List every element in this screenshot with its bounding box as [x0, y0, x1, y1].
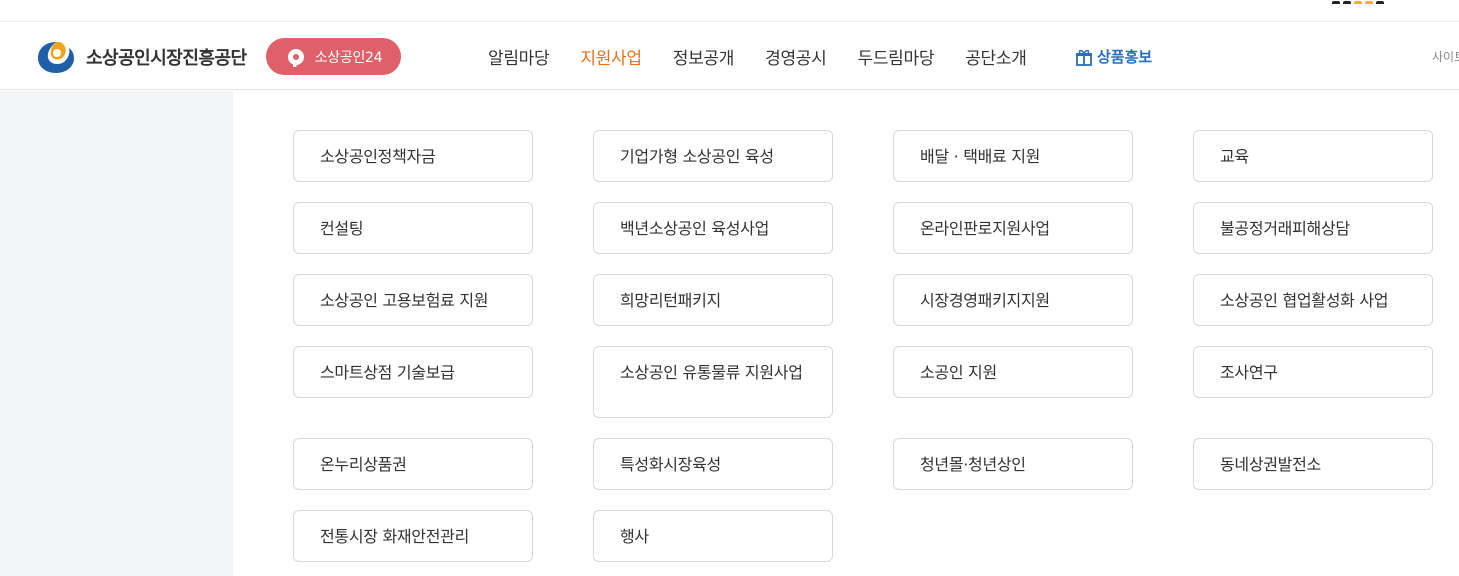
- nav-item-about[interactable]: 공단소개: [965, 44, 1027, 69]
- nav-item-management[interactable]: 경영공시: [765, 44, 827, 69]
- program-card[interactable]: 불공정거래피해상담: [1193, 202, 1433, 254]
- top-banner-fragment: [1329, 0, 1459, 4]
- program-card[interactable]: 동네상권발전소: [1193, 438, 1433, 490]
- nav-item-notice[interactable]: 알림마당: [488, 44, 550, 69]
- nav-item-promo[interactable]: 상품홍보: [1075, 46, 1152, 67]
- gift-icon: [1076, 49, 1092, 66]
- nav-item-dodream[interactable]: 두드림마당: [858, 44, 935, 69]
- program-grid: 소상공인정책자금 기업가형 소상공인 육성 배달 · 택배료 지원 교육 컨설팅…: [293, 130, 1459, 576]
- program-card[interactable]: 특성화시장육성: [593, 438, 833, 490]
- program-card[interactable]: 희망리턴패키지: [593, 274, 833, 326]
- org-name: 소상공인시장진흥공단: [86, 48, 247, 69]
- promo-label: 상품홍보: [1097, 48, 1153, 66]
- site-header: 소상공인시장진흥공단 소상공인24 알림마당 지원사업 정보공개 경영공시 두드…: [0, 22, 1459, 90]
- site-logo[interactable]: 소상공인시장진흥공단: [36, 40, 247, 74]
- left-side-panel: [0, 91, 233, 576]
- program-card[interactable]: 전통시장 화재안전관리: [293, 510, 533, 562]
- program-card[interactable]: 스마트상점 기술보급: [293, 346, 533, 398]
- sg24-logo-icon: [287, 48, 304, 67]
- program-card[interactable]: 소공인 지원: [893, 346, 1133, 398]
- program-card[interactable]: 시장경영패키지지원: [893, 274, 1133, 326]
- program-card[interactable]: 배달 · 택배료 지원: [893, 130, 1133, 182]
- main-nav: 알림마당 지원사업 정보공개 경영공시 두드림마당 공단소개: [488, 44, 1058, 69]
- program-card[interactable]: 소상공인 유통물류 지원사업: [593, 346, 833, 418]
- program-card[interactable]: 조사연구: [1193, 346, 1433, 398]
- program-card[interactable]: 행사: [593, 510, 833, 562]
- program-card[interactable]: 기업가형 소상공인 육성: [593, 130, 833, 182]
- sitemap-link[interactable]: 사이트: [1432, 48, 1459, 65]
- sg24-label: 소상공인24: [314, 49, 383, 66]
- program-card[interactable]: 교육: [1193, 130, 1433, 182]
- sg24-button[interactable]: 소상공인24: [266, 38, 401, 75]
- logo-emblem-icon: [38, 42, 74, 73]
- nav-item-support[interactable]: 지원사업: [580, 44, 642, 69]
- program-card[interactable]: 소상공인 고용보험료 지원: [293, 274, 533, 326]
- program-card[interactable]: 소상공인 협업활성화 사업: [1193, 274, 1433, 326]
- program-card[interactable]: 컨설팅: [293, 202, 533, 254]
- program-card[interactable]: 온누리상품권: [293, 438, 533, 490]
- program-card[interactable]: 청년몰·청년상인: [893, 438, 1133, 490]
- program-card[interactable]: 백년소상공인 육성사업: [593, 202, 833, 254]
- program-card[interactable]: 소상공인정책자금: [293, 130, 533, 182]
- program-card[interactable]: 온라인판로지원사업: [893, 202, 1133, 254]
- top-utility-bar: [0, 0, 1459, 22]
- nav-item-disclosure[interactable]: 정보공개: [673, 44, 735, 69]
